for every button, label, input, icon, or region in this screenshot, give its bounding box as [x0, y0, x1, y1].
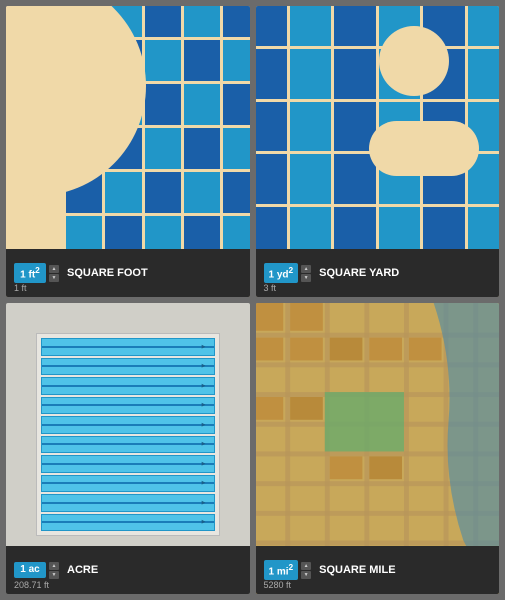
tile	[256, 6, 287, 46]
unit-badge: 1 ac	[14, 562, 46, 578]
person-body-shape	[369, 121, 479, 176]
tile	[184, 40, 220, 81]
stepper-arrows[interactable]: ▲ ▼	[49, 562, 59, 579]
tile	[223, 128, 249, 169]
pool-visual: ▶ ▶ ▶ ▶ ▶ ▶ ▶ ▶ ▶ ▶	[36, 333, 220, 536]
panel-sublabel: 1 ft	[14, 283, 27, 293]
pool-lane: ▶	[41, 377, 215, 395]
pool-lane: ▶	[41, 416, 215, 434]
tile	[145, 6, 181, 37]
panel-sublabel: 3 ft	[264, 283, 277, 293]
tile	[468, 49, 499, 99]
person-head-shape	[379, 26, 449, 96]
pool-lane: ▶	[41, 358, 215, 376]
tile	[145, 84, 181, 125]
arrow-up[interactable]: ▲	[49, 265, 59, 273]
tile	[290, 6, 331, 46]
stepper-arrows[interactable]: ▲ ▼	[49, 265, 59, 282]
tile	[105, 172, 141, 213]
tile	[334, 49, 375, 99]
stepper-arrows[interactable]: ▲ ▼	[301, 265, 311, 282]
tile	[468, 6, 499, 46]
unit-value: 1 mi2	[269, 563, 294, 577]
pool-lane: ▶	[41, 475, 215, 493]
info-bar-acre: 1 ac ▲ ▼ ACRE 208.71 ft	[6, 546, 250, 594]
arrow-down[interactable]: ▼	[49, 274, 59, 282]
pool-lane: ▶	[41, 455, 215, 473]
tile	[256, 49, 287, 99]
pool-lane: ▶	[41, 494, 215, 512]
arrow-up[interactable]: ▲	[301, 265, 311, 273]
panel-title: SQUARE YARD	[319, 267, 399, 279]
tile	[145, 40, 181, 81]
tile	[334, 6, 375, 46]
tile	[184, 172, 220, 213]
arrow-down[interactable]: ▼	[301, 274, 311, 282]
panel-title: SQUARE FOOT	[67, 267, 148, 279]
tile	[290, 154, 331, 204]
info-bar-square-foot: 1 ft2 ▲ ▼ SQUARE FOOT 1 ft	[6, 249, 250, 297]
arrow-down[interactable]: ▼	[49, 571, 59, 579]
tile	[223, 6, 249, 37]
unit-badge: 1 yd2	[264, 263, 299, 283]
arrow-down[interactable]: ▼	[301, 571, 311, 579]
panel-title: ACRE	[67, 564, 98, 576]
pool-lane: ▶	[41, 514, 215, 532]
pool-lane: ▶	[41, 436, 215, 454]
tile	[290, 49, 331, 99]
tile	[334, 154, 375, 204]
panel-title: SQUARE MILE	[319, 564, 395, 576]
pool-lane: ▶	[41, 397, 215, 415]
arrow-up[interactable]: ▲	[49, 562, 59, 570]
panel-acre: ▶ ▶ ▶ ▶ ▶ ▶ ▶ ▶ ▶ ▶ 1 ac ▲ ▼ ACRE 208.71…	[6, 303, 250, 594]
tile	[223, 172, 249, 213]
info-bar-square-yard: 1 yd2 ▲ ▼ SQUARE YARD 3 ft	[256, 249, 500, 297]
tile	[184, 6, 220, 37]
unit-value: 1 ft2	[20, 266, 40, 280]
unit-value: 1 ac	[20, 565, 39, 575]
tile	[184, 84, 220, 125]
pool-lane: ▶	[41, 338, 215, 356]
unit-value: 1 yd2	[269, 266, 294, 280]
panel-sublabel: 5280 ft	[264, 580, 292, 590]
tile	[145, 172, 181, 213]
unit-badge: 1 mi2	[264, 560, 299, 580]
tile	[223, 40, 249, 81]
panel-square-mile: 1 mi2 ▲ ▼ SQUARE MILE 5280 ft	[256, 303, 500, 594]
tile	[256, 154, 287, 204]
info-bar-square-mile: 1 mi2 ▲ ▼ SQUARE MILE 5280 ft	[256, 546, 500, 594]
panel-square-yard: 1 yd2 ▲ ▼ SQUARE YARD 3 ft	[256, 6, 500, 297]
stepper-arrows[interactable]: ▲ ▼	[301, 562, 311, 579]
tile	[256, 102, 287, 152]
tile	[290, 102, 331, 152]
tile	[145, 128, 181, 169]
arrow-up[interactable]: ▲	[301, 562, 311, 570]
tile	[223, 84, 249, 125]
panel-square-foot: 1 ft2 ▲ ▼ SQUARE FOOT 1 ft	[6, 6, 250, 297]
panel-sublabel: 208.71 ft	[14, 580, 49, 590]
tile	[184, 128, 220, 169]
unit-badge: 1 ft2	[14, 263, 46, 283]
